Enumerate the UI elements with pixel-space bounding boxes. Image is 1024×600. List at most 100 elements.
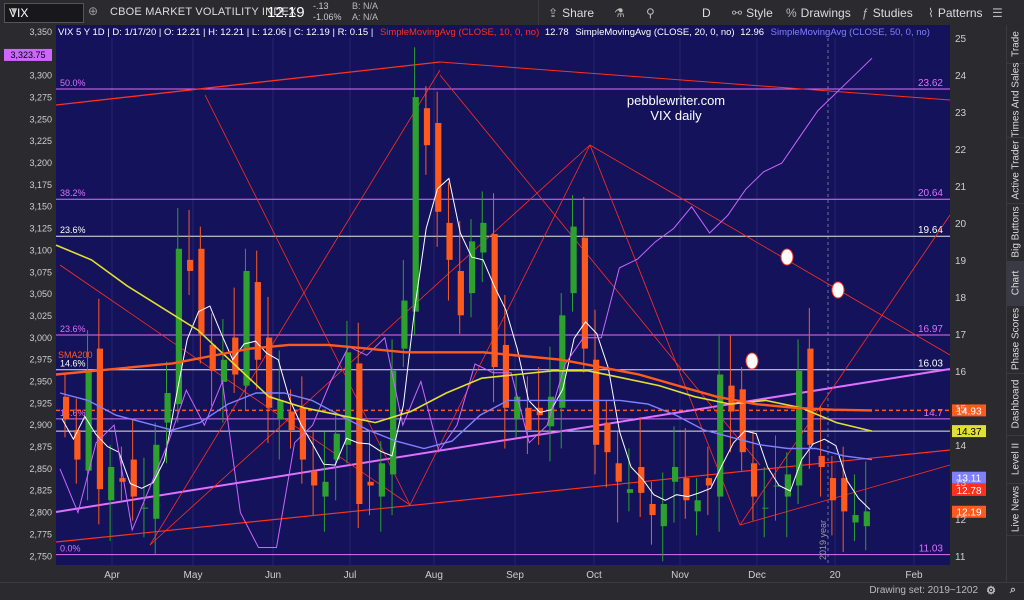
candle-body	[299, 407, 307, 460]
left-axis-tick-label: 3,100	[29, 245, 52, 255]
candle-body	[277, 400, 284, 419]
candle-body	[649, 503, 656, 516]
fib-value-label: 14.7	[924, 408, 944, 419]
candle-body	[209, 344, 216, 371]
x-axis-tick-label: Aug	[425, 570, 443, 581]
add-icon[interactable]: ⊕	[88, 4, 98, 18]
candle-body	[220, 359, 228, 382]
sma10-legend[interactable]: SimpleMovingAvg (CLOSE, 10, 0, no)	[380, 27, 539, 38]
left-axis-tick-label: 2,875	[29, 442, 52, 452]
right-axis-tick-label: 17	[955, 330, 967, 341]
right-axis-tick-label: 13	[955, 478, 967, 489]
left-axis-tick-label: 3,350	[29, 27, 52, 37]
candle-body	[829, 478, 837, 501]
candle-body	[480, 222, 487, 253]
sidebar-tab-label: Live News	[1010, 485, 1022, 533]
sidebar-tab-level-ii[interactable]: Level II	[1007, 435, 1024, 484]
sidebar-tab-times-and-sales[interactable]: Times And Sales	[1007, 63, 1024, 138]
candle-body	[762, 507, 769, 509]
bid-value: B: N/A	[352, 1, 379, 11]
sma50-legend[interactable]: SimpleMovingAvg (CLOSE, 50, 0, no)	[771, 27, 930, 38]
style-button[interactable]: ⚯ Style	[732, 4, 773, 21]
left-axis-tick-label: 3,175	[29, 180, 52, 190]
left-axis-tick-label: 3,025	[29, 311, 52, 321]
candle-body	[63, 396, 70, 419]
x-axis-tick-label: Dec	[748, 570, 766, 581]
patterns-icon: ⌇	[928, 5, 934, 20]
studies-label: Studies	[872, 5, 913, 20]
candle-body	[378, 463, 385, 497]
candle-body	[615, 463, 622, 482]
fib-percent-label: 38.2%	[60, 188, 86, 198]
right-axis-tick-label: 23	[955, 108, 967, 119]
studies-quick-button[interactable]: ⚲	[646, 4, 655, 21]
symbol-selector[interactable]: VIX ▼	[4, 3, 84, 23]
candle-body	[796, 370, 803, 486]
sma20-value: 12.96	[740, 27, 764, 38]
candle-body	[243, 270, 250, 386]
candle-body	[852, 515, 859, 523]
patterns-button[interactable]: ⌇ Patterns	[928, 4, 983, 21]
right-axis-tick-label: 18	[955, 293, 967, 304]
candle-body	[807, 348, 814, 445]
sidebar-tab-chart[interactable]: Chart	[1007, 261, 1024, 306]
right-axis-tick-label: 20	[955, 219, 967, 230]
flask-button[interactable]: ⚗	[614, 4, 625, 21]
candle-body	[108, 466, 115, 501]
studies-button[interactable]: ƒ Studies	[862, 4, 913, 21]
candle-body	[694, 500, 701, 512]
plot-area[interactable]	[56, 25, 950, 565]
right-axis-tick-label: 25	[955, 34, 967, 45]
candle-body	[683, 478, 690, 501]
x-axis-tick-label: Nov	[671, 570, 689, 581]
sidebar-tab-trade[interactable]: Trade	[1007, 25, 1024, 64]
fib-value-label: 20.64	[918, 188, 943, 199]
drawings-button[interactable]: % Drawings	[786, 4, 851, 21]
candle-body	[457, 270, 464, 316]
candle-body	[446, 222, 453, 260]
sidebar-tab-phase-scores[interactable]: Phase Scores	[1007, 305, 1024, 374]
sidebar-tab-big-buttons[interactable]: Big Buttons	[1007, 203, 1024, 262]
status-bar: Drawing set: 2019~1202 ⚙ ⌕	[0, 582, 1024, 600]
candle-body	[198, 248, 205, 334]
bid-ask: B: N/A A: N/A	[352, 1, 378, 23]
x-axis-tick-label: Feb	[905, 570, 923, 581]
candle-body	[660, 503, 667, 527]
sma20-legend[interactable]: SimpleMovingAvg (CLOSE, 20, 0, no)	[575, 27, 734, 38]
left-axis-tick-label: 2,950	[29, 377, 52, 387]
menu-button[interactable]: ☰	[992, 4, 1003, 21]
price-chart[interactable]: 50.0% 23.6238.2% 20.6423.6% 19.6423.6% 16.97…	[0, 25, 1006, 582]
sidebar-tab-active-trader[interactable]: Active Trader	[1007, 137, 1024, 204]
candle-body	[570, 226, 577, 294]
style-label: Style	[746, 5, 773, 20]
aggregation-button[interactable]: D	[702, 4, 711, 21]
candle-body	[841, 478, 848, 512]
candle-body	[130, 459, 137, 497]
candle-body	[818, 455, 825, 467]
candle-body	[525, 407, 532, 430]
chart-toolbar: VIX ▼ ⊕ CBOE MARKET VOLATILITY INDEX 12.…	[0, 0, 1024, 26]
sidebar-tab-label: Chart	[1010, 270, 1022, 296]
share-button[interactable]: ⇪ Share	[548, 4, 594, 21]
sidebar-tab-label: Phase Scores	[1010, 307, 1022, 371]
menu-icon: ☰	[992, 5, 1003, 20]
right-axis-tick-label: 16	[955, 367, 967, 378]
x-axis-tick-label: Sep	[506, 570, 524, 581]
sidebar-tab-label: Active Trader	[1010, 140, 1022, 200]
sidebar-tab-dashboard[interactable]: Dashboard	[1007, 373, 1024, 436]
candle-body	[412, 97, 419, 312]
left-axis-tick-label: 3,150	[29, 202, 52, 212]
drawing-marker-ellipse	[745, 352, 759, 370]
chevron-down-icon[interactable]: ▼	[9, 6, 79, 17]
sidebar-tab-live-news[interactable]: Live News	[1007, 483, 1024, 536]
gear-icon[interactable]: ⚙	[986, 584, 996, 597]
left-axis-tick-label: 3,125	[29, 224, 52, 234]
candle-body	[74, 430, 81, 460]
candle-body	[141, 507, 149, 509]
spx-price-tag: 3,323.75	[10, 50, 45, 60]
search-icon[interactable]: ⌕	[1010, 584, 1016, 597]
candle-body	[672, 466, 679, 482]
left-axis-tick-label: 2,825	[29, 486, 52, 496]
candle-body	[435, 123, 442, 212]
candle-body	[85, 370, 92, 471]
